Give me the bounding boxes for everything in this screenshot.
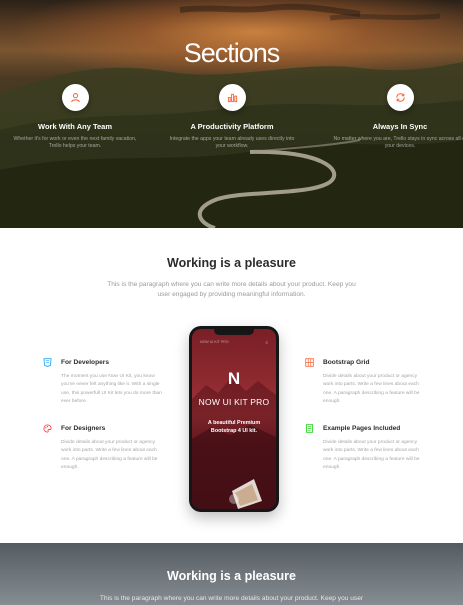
phone-mockup: NOW UI KIT PRO ≡ N NOW UI KIT PRO A beau… [189,326,279,512]
phone-kit-name: NOW UI KIT PRO [198,397,270,407]
bottom-description: This is the paragraph where you can writ… [99,595,364,602]
feature-icon-circle [218,84,246,111]
bottom-section: Working is a pleasure This is the paragr… [0,543,463,605]
feature-example-pages: Example Pages Included Divide details ab… [305,424,425,472]
feature-text: Divide details about your product or age… [323,440,420,470]
menu-icon: ≡ [265,340,268,345]
feature-title: Always In Sync [372,122,428,131]
feature-title: Example Pages Included [323,425,401,432]
phone-tagline: A beautiful Premium Bootstrap 4 UI kit. [207,420,261,434]
pages-icon [305,424,314,433]
section-description: This is the paragraph where you can writ… [107,281,356,298]
feature-for-developers: For Developers The moment you use Now UI… [43,358,163,406]
feature-title: For Designers [61,425,106,432]
bottom-title: Working is a pleasure [167,569,296,583]
grid-icon [305,358,314,367]
phone-logo: N [227,369,241,388]
hero-title: Sections [183,38,281,68]
sync-icon [395,93,405,102]
feature-productivity-platform: A Productivity Platform Integrate the ap… [157,84,307,150]
phone-notch [214,329,254,335]
feature-icon-circle [61,84,89,111]
hero-section: Sections Work With Any Team Whether it's… [0,0,463,228]
feature-text: No matter where you are, Trello stays in… [333,136,463,149]
feature-icon-circle [386,84,414,111]
palette-icon [43,424,52,433]
feature-for-designers: For Designers Divide details about your … [43,424,163,472]
feature-title: Bootstrap Grid [323,359,370,366]
feature-bootstrap-grid: Bootstrap Grid Divide details about your… [305,358,425,406]
section-title: Working is a pleasure [167,256,296,270]
feature-title: A Productivity Platform [190,122,274,131]
phone-screen: NOW UI KIT PRO ≡ N NOW UI KIT PRO A beau… [192,329,276,509]
feature-text: Integrate the apps your team already use… [169,136,295,149]
feature-text: Divide details about your product or age… [323,374,420,404]
feature-always-in-sync: Always In Sync No matter where you are, … [325,84,463,150]
feature-title: For Developers [61,359,110,366]
user-icon [70,93,80,103]
feature-title: Work With Any Team [38,122,112,131]
html5-icon [43,358,52,367]
feature-text: Whether it's for work or even the next f… [13,136,137,149]
feature-text: Divide details about your product or age… [61,440,158,470]
feature-text: The moment you use Now UI Kit, you know … [61,374,162,404]
phone-nav-brand: NOW UI KIT PRO [200,340,229,344]
feature-work-with-any-team: Work With Any Team Whether it's for work… [0,84,150,150]
chart-bar-icon [227,93,237,103]
